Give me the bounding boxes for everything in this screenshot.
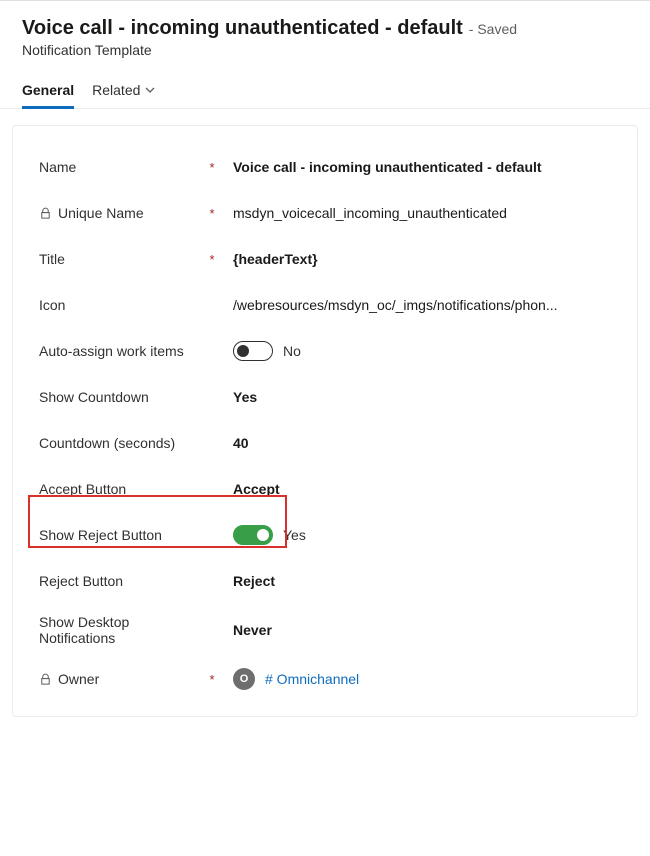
row-unique-name[interactable]: Unique Name * msdyn_voicecall_incoming_u… — [39, 190, 611, 236]
value-title-text: {headerText} — [233, 251, 318, 267]
value-countdown[interactable]: 40 — [225, 435, 611, 451]
saved-status: - Saved — [469, 21, 517, 37]
label-accept-button-text: Accept Button — [39, 481, 126, 497]
row-reject-button[interactable]: Reject Button Reject — [39, 558, 611, 604]
row-accept-button[interactable]: Accept Button Accept — [39, 466, 611, 512]
value-icon[interactable]: /webresources/msdyn_oc/_imgs/notificatio… — [225, 297, 611, 313]
required-marker: * — [207, 160, 217, 175]
label-countdown: Countdown (seconds) — [39, 435, 225, 451]
value-accept-button-text: Accept — [233, 481, 280, 497]
label-unique-name: Unique Name * — [39, 205, 225, 221]
label-show-desktop: Show Desktop Notifications — [39, 614, 225, 646]
label-accept-button: Accept Button — [39, 481, 225, 497]
toggle-auto-assign[interactable] — [233, 341, 273, 361]
label-show-desktop-text: Show Desktop Notifications — [39, 614, 201, 646]
tab-list: General Related — [0, 76, 650, 109]
value-unique-name-text: msdyn_voicecall_incoming_unauthenticated — [233, 205, 507, 221]
value-unique-name: msdyn_voicecall_incoming_unauthenticated — [225, 205, 611, 221]
value-reject-button-text: Reject — [233, 573, 275, 589]
label-owner: Owner * — [39, 671, 225, 687]
label-name: Name * — [39, 159, 225, 175]
page-header: Voice call - incoming unauthenticated - … — [0, 1, 650, 58]
label-unique-name-text: Unique Name — [58, 205, 144, 221]
tab-related-label: Related — [92, 82, 140, 98]
label-auto-assign-text: Auto-assign work items — [39, 343, 184, 359]
row-title[interactable]: Title * {headerText} — [39, 236, 611, 282]
lock-icon — [39, 207, 52, 220]
value-name[interactable]: Voice call - incoming unauthenticated - … — [225, 159, 611, 175]
row-show-countdown[interactable]: Show Countdown Yes — [39, 374, 611, 420]
row-owner[interactable]: Owner * O # Omnichannel — [39, 656, 611, 702]
required-marker: * — [207, 252, 217, 267]
row-countdown[interactable]: Countdown (seconds) 40 — [39, 420, 611, 466]
value-auto-assign: No — [225, 341, 611, 361]
toggle-show-reject[interactable] — [233, 525, 273, 545]
label-countdown-text: Countdown (seconds) — [39, 435, 175, 451]
row-icon[interactable]: Icon /webresources/msdyn_oc/_imgs/notifi… — [39, 282, 611, 328]
tab-related[interactable]: Related — [92, 76, 156, 109]
page-container: Voice call - incoming unauthenticated - … — [0, 0, 650, 856]
value-reject-button[interactable]: Reject — [225, 573, 611, 589]
label-show-countdown-text: Show Countdown — [39, 389, 149, 405]
label-icon-text: Icon — [39, 297, 65, 313]
required-marker: * — [207, 672, 217, 687]
value-show-desktop[interactable]: Never — [225, 622, 611, 638]
label-title: Title * — [39, 251, 225, 267]
label-reject-button: Reject Button — [39, 573, 225, 589]
row-name[interactable]: Name * Voice call - incoming unauthentic… — [39, 144, 611, 190]
form-card: Name * Voice call - incoming unauthentic… — [12, 125, 638, 717]
value-name-text: Voice call - incoming unauthenticated - … — [233, 159, 542, 175]
owner-link[interactable]: # Omnichannel — [265, 671, 359, 687]
label-icon: Icon — [39, 297, 225, 313]
value-countdown-text: 40 — [233, 435, 249, 451]
label-show-reject-text: Show Reject Button — [39, 527, 162, 543]
page-subtitle: Notification Template — [22, 42, 628, 58]
toggle-auto-assign-label: No — [283, 343, 301, 359]
label-name-text: Name — [39, 159, 76, 175]
label-owner-text: Owner — [58, 671, 99, 687]
row-show-desktop[interactable]: Show Desktop Notifications Never — [39, 604, 611, 656]
label-show-reject: Show Reject Button — [39, 527, 225, 543]
lock-icon — [39, 673, 52, 686]
label-auto-assign: Auto-assign work items — [39, 343, 225, 359]
page-title: Voice call - incoming unauthenticated - … — [22, 17, 463, 40]
value-show-reject: Yes — [225, 525, 611, 545]
title-row: Voice call - incoming unauthenticated - … — [22, 17, 628, 40]
toggle-show-reject-label: Yes — [283, 527, 306, 543]
value-owner[interactable]: O # Omnichannel — [225, 668, 611, 690]
row-auto-assign: Auto-assign work items No — [39, 328, 611, 374]
value-accept-button[interactable]: Accept — [225, 481, 611, 497]
label-reject-button-text: Reject Button — [39, 573, 123, 589]
row-show-reject: Show Reject Button Yes — [39, 512, 611, 558]
label-title-text: Title — [39, 251, 65, 267]
tab-general[interactable]: General — [22, 76, 74, 109]
label-show-countdown: Show Countdown — [39, 389, 225, 405]
value-icon-text: /webresources/msdyn_oc/_imgs/notificatio… — [233, 297, 558, 313]
value-show-desktop-text: Never — [233, 622, 272, 638]
chevron-down-icon — [144, 84, 156, 96]
avatar: O — [233, 668, 255, 690]
tab-general-label: General — [22, 82, 74, 98]
value-title[interactable]: {headerText} — [225, 251, 611, 267]
value-show-countdown-text: Yes — [233, 389, 257, 405]
required-marker: * — [207, 206, 217, 221]
value-show-countdown[interactable]: Yes — [225, 389, 611, 405]
